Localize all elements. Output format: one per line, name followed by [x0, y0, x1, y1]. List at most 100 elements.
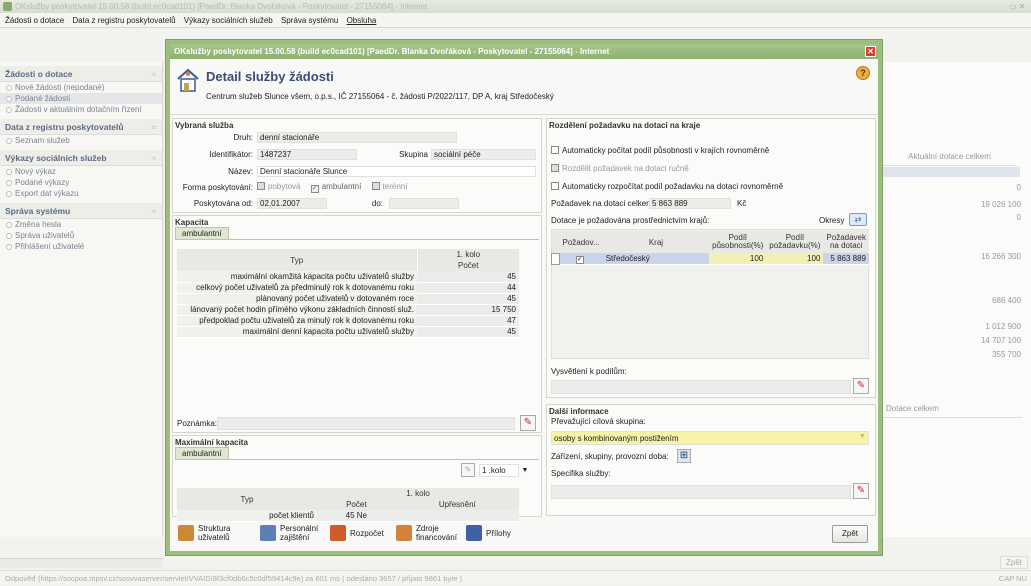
pobytova-checkbox[interactable]: [257, 182, 265, 190]
max-kapacita-table: Typ 1. kolo Počet Upřesnění počet klientů 4…: [177, 488, 519, 522]
sidebar-item[interactable]: Podané výkazy: [0, 177, 162, 188]
edit-vysvetleni-button[interactable]: ✎: [853, 378, 869, 394]
kapacita-table: Typ 1. kolo Počet maximální okamžitá kapa…: [177, 249, 519, 338]
back-button[interactable]: Zpět: [832, 525, 868, 543]
col-pozadovano: Požadov...: [559, 231, 603, 253]
sidebar-item[interactable]: Správa uživatelů: [0, 230, 162, 241]
tab-ambulantni[interactable]: ambulantní: [175, 227, 229, 239]
horizontal-scrollbar[interactable]: [0, 558, 163, 568]
struktura-uzivatelu-button[interactable]: Struktura uživatelů: [178, 522, 230, 544]
sidebar-item[interactable]: Podané žádosti: [0, 93, 162, 104]
sidebar-item[interactable]: Export dat výkazu: [0, 188, 162, 199]
bg-selected-row: [882, 167, 1020, 177]
help-icon[interactable]: ?: [856, 66, 870, 80]
bg-back-button[interactable]: Zpět: [1000, 556, 1028, 569]
cell-typ: plánovaný počet uživatelů v dotovaném ro…: [177, 293, 417, 305]
sidebar-group-title[interactable]: Data z registru poskytovatelů ≈: [0, 119, 162, 135]
bg-col-header: Aktuální dotace celkem: [882, 152, 1017, 166]
collapse-icon[interactable]: ≈: [151, 203, 156, 219]
sidebar-item[interactable]: Změna hesla: [0, 219, 162, 230]
rucne-checkbox[interactable]: [551, 164, 559, 172]
do-field: [389, 198, 459, 209]
auto-pusobnost-checkbox[interactable]: [551, 146, 559, 154]
staff-icon: [260, 525, 276, 541]
chevron-down-icon[interactable]: ▼: [519, 464, 531, 477]
auto-pozadavek-checkbox[interactable]: [551, 182, 559, 190]
menu-sprava[interactable]: Správa systému: [281, 16, 338, 25]
tab-ambulantni-max[interactable]: ambulantní: [175, 447, 229, 459]
collapse-icon[interactable]: ≈: [151, 150, 156, 166]
menu-data-registr[interactable]: Data z registru poskytovatelů: [72, 16, 175, 25]
rozpocet-button[interactable]: Rozpočet: [330, 522, 384, 544]
table-row[interactable]: lánovaný počet hodin přímého výkonu zákl…: [177, 304, 519, 316]
bullet-icon: [6, 180, 12, 186]
sidebar-group-title[interactable]: Žádosti o dotace ≈: [0, 66, 162, 82]
sidebar: Žádosti o dotace ≈ Nové žádosti (nepodané)…: [0, 62, 163, 537]
do-label: do:: [371, 199, 383, 208]
rozdeleni-section: Rozdělení požadavku na dotaci na kraje A…: [546, 118, 876, 398]
collapse-icon[interactable]: ≈: [151, 119, 156, 135]
terenni-checkbox[interactable]: [371, 182, 380, 190]
okresy-button[interactable]: ⇄: [849, 213, 867, 226]
table-row[interactable]: počet klientů 45 Ne: [177, 510, 519, 522]
table-row[interactable]: celkový počet uživatelů za předminulý ro…: [177, 282, 519, 294]
edit-specifika-button[interactable]: ✎: [853, 483, 869, 499]
pozadovano-checkbox[interactable]: ✓: [575, 256, 584, 264]
cell-typ: lánovaný počet hodin přímého výkonu zákl…: [177, 304, 417, 316]
poznamka-field: [217, 417, 515, 430]
col-podil-pusobnosti: Podíl působnosti(%): [709, 231, 767, 253]
dalsi-info-section: Další informace Převažující cílová skupi…: [546, 404, 876, 516]
table-row[interactable]: plánovaný počet uživatelů v dotovaném ro…: [177, 293, 519, 305]
table-row[interactable]: maximální okamžitá kapacita počtu uživat…: [177, 271, 519, 283]
sidebar-item[interactable]: Přihlášení uživatelé: [0, 241, 162, 252]
chevron-down-icon[interactable]: ▼: [859, 433, 866, 440]
app-logo-icon: [3, 2, 12, 11]
sidebar-group-title[interactable]: Výkazy sociálních služeb ≈: [0, 150, 162, 166]
sidebar-item[interactable]: Seznam služeb: [0, 135, 162, 146]
window-title: OKslužby poskytovatel 15.00.58 (build ec…: [0, 0, 1031, 13]
sidebar-item[interactable]: Nové žádosti (nepodané): [0, 82, 162, 93]
collapse-icon[interactable]: ≈: [151, 66, 156, 82]
cell-pocet: 45: [417, 293, 519, 305]
cb3-row[interactable]: Automaticky rozpočítat podíl požadavku n…: [551, 182, 783, 191]
max-kapacita-section: Maximální kapacita ambulantní ✎ 1 .kolo …: [172, 435, 542, 522]
attachment-icon: [466, 525, 482, 541]
section-title: Rozdělení požadavku na dotaci na kraje: [549, 121, 701, 130]
zdroje-financovani-button[interactable]: Zdroje financování: [396, 522, 457, 544]
cell-podil-pozadavku: 100: [766, 253, 824, 265]
table-row[interactable]: ✓ Středočeský 100 100 5 863 889: [551, 252, 869, 265]
cell-typ: maximální okamžitá kapacita počtu uživat…: [177, 271, 417, 283]
personalni-zajisteni-button[interactable]: Personální zajištění: [260, 522, 318, 544]
kolo-select[interactable]: 1 .kolo: [479, 464, 519, 477]
menu-zadosti[interactable]: Žádosti o dotace: [5, 16, 64, 25]
od-label: Poskytována od:: [193, 199, 253, 208]
window-controls[interactable]: ▭ ✕: [1009, 2, 1027, 11]
edit-poznamka-button[interactable]: ✎: [520, 415, 536, 431]
menu-obsluha[interactable]: Obsluha: [347, 16, 377, 25]
table-row[interactable]: předpoklad počtu uživatelů za minulý rok…: [177, 315, 519, 327]
cell-upresneni: [395, 510, 519, 522]
prilohy-button[interactable]: Přílohy: [466, 522, 511, 544]
background-table: 0 19 026 100 0 16 266 300 686 400 1 012 900 14…: [880, 62, 1031, 537]
zarizeni-label: Zařízení, skupiny, provozní doba:: [551, 452, 669, 461]
close-icon[interactable]: ✕: [865, 46, 876, 57]
sidebar-item[interactable]: Žádosti v aktuálním dotačním řízení: [0, 104, 162, 115]
status-bar: Odpověď (https://socpoa.mpsv.cz/sosvvase…: [0, 570, 1031, 585]
identifikator-label: Identifikátor:: [209, 150, 253, 159]
menu-vykazy[interactable]: Výkazy sociálních služeb: [184, 16, 273, 25]
sidebar-item[interactable]: Nový výkaz: [0, 166, 162, 177]
table-row[interactable]: maximální denní kapacita počtu uživatelů…: [177, 326, 519, 338]
cb2-row[interactable]: Rozdělit požadavek na dotaci ručně: [551, 164, 689, 173]
cell-typ: maximální denní kapacita počtu uživatelů…: [177, 326, 417, 338]
edit-icon[interactable]: ✎: [461, 463, 475, 477]
specifika-field: [551, 485, 851, 499]
pozadavek-field: 5 863 889: [649, 198, 731, 209]
ambulantni-checkbox[interactable]: ✓: [310, 185, 319, 193]
bullet-icon: [6, 169, 12, 175]
cb1-row[interactable]: Automaticky počítat podíl působnosti v k…: [551, 146, 769, 155]
sidebar-group-title[interactable]: Správa systému ≈: [0, 203, 162, 219]
cilova-select[interactable]: osoby s kombinovaným postižením: [551, 431, 869, 445]
bg-value: 355 700: [992, 350, 1021, 359]
zarizeni-button[interactable]: ⊞: [677, 449, 691, 463]
bg-value: 14 707 100: [980, 336, 1021, 345]
